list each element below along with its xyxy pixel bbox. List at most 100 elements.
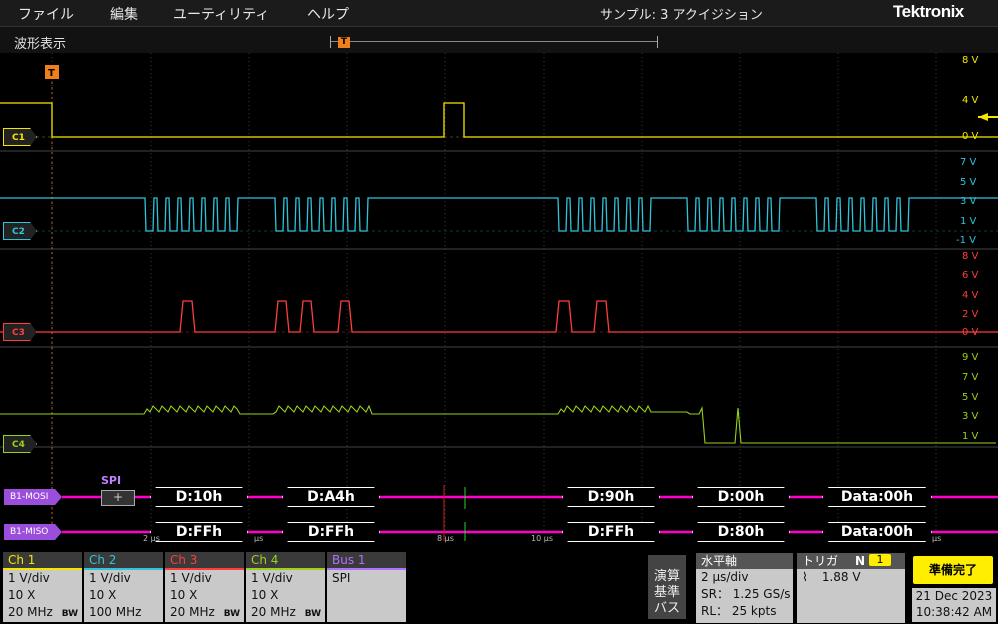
badge-title: Ch 4 <box>246 552 325 570</box>
bus-packet[interactable]: D:10h <box>150 487 248 507</box>
bus-mosi-label[interactable]: B1-MOSI <box>4 489 62 505</box>
time-tick: 10 µs <box>531 534 553 543</box>
horizontal-scale: 2 µs/div <box>701 570 749 584</box>
c4-scale-5: 1 V <box>962 431 979 442</box>
c2-label[interactable]: C2 <box>3 222 37 240</box>
bus-miso-label[interactable]: B1-MISO <box>4 524 62 540</box>
waveform-display[interactable]: T C1 C2 C3 C4 8 V 4 V 0 V 7 V 5 V 3 V 1 … <box>0 53 998 548</box>
c2-scale-4: 1 V <box>960 216 977 227</box>
badge-line: SPI <box>332 571 351 585</box>
bus-packet[interactable]: D:90h <box>562 487 660 507</box>
acquisition-status[interactable]: 準備完了 <box>913 556 993 584</box>
math-ref-bus-button[interactable]: 演算 基準 バス <box>648 555 686 619</box>
c2-scale-5: -1 V <box>956 235 976 246</box>
record-overview[interactable] <box>330 36 658 48</box>
c1-label[interactable]: C1 <box>3 128 37 146</box>
time-tick: 8 µs <box>437 534 454 543</box>
c4-scale-2: 7 V <box>962 372 979 383</box>
bus-packet[interactable]: D:A4h <box>282 487 380 507</box>
c2-scale-1: 7 V <box>960 157 977 168</box>
btn-line: バス <box>653 601 680 616</box>
bus-packet[interactable]: D:80h <box>692 522 790 542</box>
horizontal-badge[interactable]: 水平軸 2 µs/div SR： 1.25 GS/s RL： 25 kpts <box>696 553 793 623</box>
acquisition-info: サンプル: 3 アクイジション <box>600 8 763 23</box>
trigger-mode: N <box>855 554 866 568</box>
bandwidth-limit-icon: BW <box>304 609 321 619</box>
badge-line: 20 MHz BW <box>3 604 82 621</box>
c4-label[interactable]: C4 <box>3 435 37 453</box>
waveform-view-title: 波形表示 <box>14 37 67 52</box>
menu-help[interactable]: ヘルプ <box>307 4 349 24</box>
badge-title: Ch 3 <box>165 552 244 570</box>
time: 10:38:42 AM <box>915 605 993 619</box>
badge-line: 10 X <box>8 588 36 602</box>
c3-scale-5: 0 V <box>962 327 979 338</box>
badge-line: 20 MHz BW <box>246 604 325 621</box>
badge-line: 100 MHz <box>89 605 142 619</box>
bus-packet[interactable]: Data:00h <box>822 487 932 507</box>
badge-title: Bus 1 <box>327 552 406 570</box>
badge-line: 1 V/div <box>170 571 212 585</box>
bus-indicator: SPI <box>101 474 122 487</box>
badge-title: Ch 2 <box>84 552 163 570</box>
date-time: 21 Dec 2023 10:38:42 AM <box>912 588 996 622</box>
time-tick: µs <box>932 534 942 543</box>
c3-scale-1: 8 V <box>962 251 979 262</box>
horizontal-title: 水平軸 <box>696 553 793 569</box>
c1-scale-zero: 0 V <box>962 131 979 142</box>
menu-file[interactable]: ファイル <box>18 4 74 24</box>
bandwidth-limit-icon: BW <box>61 609 78 619</box>
bus-expand-button[interactable]: + <box>101 490 135 506</box>
record-length: RL： 25 kpts <box>701 604 777 618</box>
bus-packet[interactable]: Data:00h <box>822 522 932 542</box>
svg-text:T: T <box>48 68 55 79</box>
badge-line: 20 MHz BW <box>165 604 244 621</box>
bandwidth-limit-icon: BW <box>223 609 240 619</box>
menu-bar: ファイル 編集 ユーティリティ ヘルプ サンプル: 3 アクイジション Tekt… <box>0 0 998 27</box>
badge-line: 1 V/div <box>251 571 293 585</box>
btn-line: 演算 <box>653 569 680 584</box>
badge-line: 1 V/div <box>89 571 131 585</box>
bus-packet[interactable]: D:FFh <box>282 522 380 542</box>
badge-line: 10 X <box>89 588 117 602</box>
date: 21 Dec 2023 <box>915 589 993 603</box>
bus-packet[interactable]: D:FFh <box>150 522 248 542</box>
edge-icon: ⌇ <box>802 570 808 584</box>
logo-text: Tektronix <box>893 2 964 21</box>
overview-trigger-marker: T <box>338 37 350 48</box>
c2-scale-3: 3 V <box>960 196 977 207</box>
badge-title: Ch 1 <box>3 552 82 570</box>
time-tick: µs <box>254 534 264 543</box>
badge-line: 10 X <box>170 588 198 602</box>
c4-scale-4: 3 V <box>962 411 979 422</box>
badge-line: 1 V/div <box>8 571 50 585</box>
channel-badge-1[interactable]: Ch 11 V/div 10 X 20 MHz BW <box>3 552 82 622</box>
tektronix-logo: Tektronix <box>893 2 964 22</box>
bus-packet[interactable]: D:FFh <box>562 522 660 542</box>
channel-badge-2[interactable]: Ch 21 V/div 10 X 100 MHz <box>84 552 163 622</box>
channel-badge-5[interactable]: Bus 1 SPI <box>327 552 406 622</box>
trigger-source: 1 <box>869 554 891 566</box>
menu-utility[interactable]: ユーティリティ <box>173 4 269 24</box>
graticule: T <box>0 53 998 541</box>
channel-badge-3[interactable]: Ch 31 V/div 10 X 20 MHz BW <box>165 552 244 622</box>
trigger-title: トリガ <box>802 554 839 568</box>
c3-scale-4: 2 V <box>962 309 979 320</box>
trigger-badge[interactable]: トリガ N 1 ⌇ 1.88 V <box>797 553 905 623</box>
trigger-level: 1.88 V <box>821 570 861 584</box>
c3-scale-2: 6 V <box>962 270 979 281</box>
c2-scale-2: 5 V <box>960 177 977 188</box>
channel-badge-4[interactable]: Ch 41 V/div 10 X 20 MHz BW <box>246 552 325 622</box>
btn-line: 基準 <box>653 585 680 600</box>
sample-rate: SR： 1.25 GS/s <box>701 587 791 601</box>
time-tick: 2 µs <box>143 534 160 543</box>
c4-scale-1: 9 V <box>962 352 979 363</box>
c3-scale-3: 4 V <box>962 290 979 301</box>
menu-edit[interactable]: 編集 <box>110 4 138 24</box>
bus-packet[interactable]: D:00h <box>692 487 790 507</box>
c4-scale-3: 5 V <box>962 392 979 403</box>
badge-line: 10 X <box>251 588 279 602</box>
c1-scale-top: 8 V <box>962 55 979 66</box>
c3-label[interactable]: C3 <box>3 323 37 341</box>
c1-scale-mid: 4 V <box>962 95 979 106</box>
